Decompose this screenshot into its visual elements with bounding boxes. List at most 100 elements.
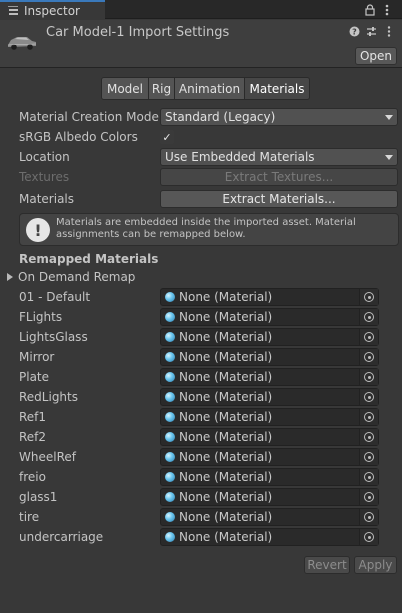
remap-row: undercarriage None (Material)	[19, 528, 399, 546]
object-picker-icon[interactable]	[359, 309, 378, 325]
material-object-field[interactable]: None (Material)	[160, 468, 379, 486]
object-picker-icon[interactable]	[359, 389, 378, 405]
object-picker-icon[interactable]	[359, 409, 378, 425]
srgb-albedo-row: sRGB Albedo Colors ✓	[19, 128, 399, 146]
checkmark-icon: ✓	[162, 130, 172, 144]
material-object-field[interactable]: None (Material)	[160, 528, 379, 546]
remap-row: glass1 None (Material)	[19, 488, 399, 506]
object-picker-icon[interactable]	[359, 369, 378, 385]
material-value: None (Material)	[179, 450, 273, 464]
remap-row: FLights None (Material)	[19, 308, 399, 326]
kebab-menu-icon[interactable]	[383, 26, 394, 37]
location-dropdown[interactable]: Use Embedded Materials	[160, 148, 398, 166]
kebab-menu-icon[interactable]	[383, 2, 391, 17]
material-value: None (Material)	[179, 370, 273, 384]
remap-label: Mirror	[19, 350, 55, 364]
material-object-field[interactable]: None (Material)	[160, 308, 379, 326]
material-object-field[interactable]: None (Material)	[160, 408, 379, 426]
car-model-thumbnail	[5, 27, 39, 55]
location-value: Use Embedded Materials	[165, 150, 315, 164]
remap-label: glass1	[19, 490, 58, 504]
material-object-field[interactable]: None (Material)	[160, 508, 379, 526]
object-picker-icon[interactable]	[359, 469, 378, 485]
material-value: None (Material)	[179, 390, 273, 404]
material-value: None (Material)	[179, 410, 273, 424]
remap-row: 01 - Default None (Material)	[19, 288, 399, 306]
srgb-albedo-label: sRGB Albedo Colors	[19, 130, 138, 144]
tab-rig[interactable]: Rig	[149, 78, 175, 99]
apply-button[interactable]: Apply	[354, 556, 397, 574]
asset-header: Car Model-1 Import Settings ? Open	[0, 20, 402, 68]
material-object-field[interactable]: None (Material)	[160, 428, 379, 446]
object-picker-icon[interactable]	[359, 289, 378, 305]
tab-materials[interactable]: Materials	[245, 78, 309, 99]
on-demand-remap-foldout[interactable]: On Demand Remap	[7, 270, 135, 284]
remap-row: Mirror None (Material)	[19, 348, 399, 366]
material-sphere-icon	[165, 452, 175, 462]
material-object-field[interactable]: None (Material)	[160, 488, 379, 506]
material-sphere-icon	[165, 352, 175, 362]
srgb-albedo-checkbox[interactable]: ✓	[160, 130, 174, 144]
material-sphere-icon	[165, 532, 175, 542]
inspector-tab[interactable]: Inspector	[0, 0, 105, 19]
material-sphere-icon	[165, 512, 175, 522]
material-object-field[interactable]: None (Material)	[160, 348, 379, 366]
remap-label: WheelRef	[19, 450, 76, 464]
material-sphere-icon	[165, 472, 175, 482]
preset-icon[interactable]	[366, 26, 377, 37]
revert-button[interactable]: Revert	[304, 556, 350, 574]
extract-textures-button[interactable]: Extract Textures...	[160, 168, 398, 186]
materials-label: Materials	[19, 192, 75, 206]
material-value: None (Material)	[179, 350, 273, 364]
material-value: None (Material)	[179, 430, 273, 444]
material-object-field[interactable]: None (Material)	[160, 368, 379, 386]
textures-label: Textures	[19, 170, 70, 184]
info-icon: !	[26, 218, 50, 242]
remap-label: Ref1	[19, 410, 47, 424]
remap-label: LightsGlass	[19, 330, 88, 344]
material-sphere-icon	[165, 492, 175, 502]
extract-materials-button[interactable]: Extract Materials...	[160, 190, 398, 208]
chevron-right-icon	[7, 273, 13, 281]
remap-row: RedLights None (Material)	[19, 388, 399, 406]
help-icon[interactable]: ?	[349, 26, 360, 37]
tab-animation[interactable]: Animation	[175, 78, 245, 99]
object-picker-icon[interactable]	[359, 489, 378, 505]
object-picker-icon[interactable]	[359, 429, 378, 445]
inspector-icon	[8, 5, 19, 16]
import-settings-tabs: Model Rig Animation Materials	[101, 77, 310, 100]
remap-row: LightsGlass None (Material)	[19, 328, 399, 346]
chevron-down-icon	[385, 155, 393, 160]
material-object-field[interactable]: None (Material)	[160, 328, 379, 346]
remap-row: Plate None (Material)	[19, 368, 399, 386]
material-object-field[interactable]: None (Material)	[160, 388, 379, 406]
object-picker-icon[interactable]	[359, 509, 378, 525]
object-picker-icon[interactable]	[359, 529, 378, 545]
material-value: None (Material)	[179, 510, 273, 524]
material-value: None (Material)	[179, 470, 273, 484]
material-object-field[interactable]: None (Material)	[160, 448, 379, 466]
object-picker-icon[interactable]	[359, 349, 378, 365]
remap-label: RedLights	[19, 390, 78, 404]
tab-model[interactable]: Model	[102, 78, 149, 99]
material-creation-mode-value: Standard (Legacy)	[165, 110, 276, 124]
location-row: Location Use Embedded Materials	[19, 148, 399, 166]
remap-label: Ref2	[19, 430, 47, 444]
open-button[interactable]: Open	[355, 47, 397, 65]
location-label: Location	[19, 150, 70, 164]
object-picker-icon[interactable]	[359, 449, 378, 465]
inspector-tabbar: Inspector	[0, 0, 402, 19]
lock-icon[interactable]	[365, 2, 375, 17]
material-sphere-icon	[165, 292, 175, 302]
chevron-down-icon	[385, 115, 393, 120]
material-creation-mode-label: Material Creation Mode	[19, 110, 159, 124]
material-creation-mode-dropdown[interactable]: Standard (Legacy)	[160, 108, 398, 126]
info-text: Materials are embedded inside the import…	[56, 217, 356, 240]
svg-text:?: ?	[352, 28, 357, 37]
material-object-field[interactable]: None (Material)	[160, 288, 379, 306]
remap-label: undercarriage	[19, 530, 104, 544]
material-sphere-icon	[165, 312, 175, 322]
material-sphere-icon	[165, 432, 175, 442]
material-creation-mode-row: Material Creation Mode Standard (Legacy)	[19, 108, 399, 126]
object-picker-icon[interactable]	[359, 329, 378, 345]
